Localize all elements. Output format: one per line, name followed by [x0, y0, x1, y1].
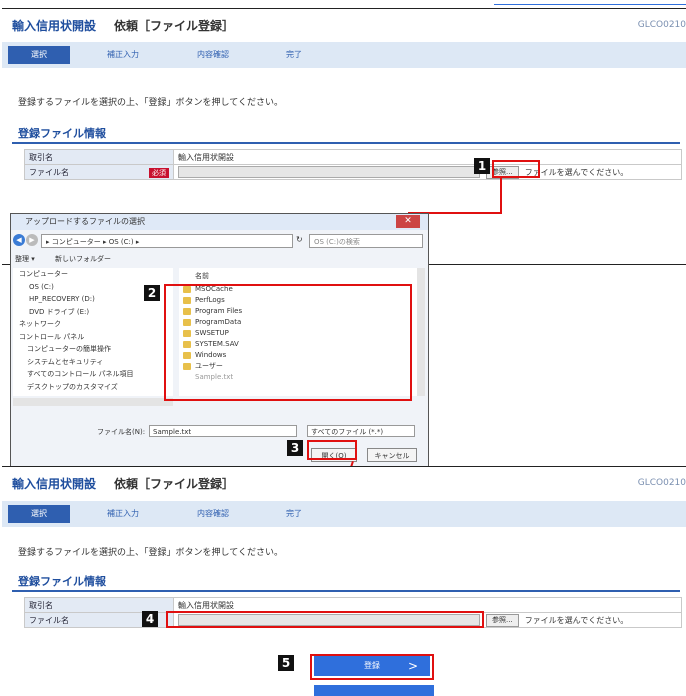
back-icon[interactable]: ◀ — [13, 234, 25, 246]
step-complete: 完了 — [286, 50, 302, 59]
tree-item[interactable]: ネットワーク — [13, 318, 173, 331]
screen-code: GLCO0210 — [637, 20, 686, 30]
tree-item[interactable]: DVD ドライブ (E:) — [13, 306, 173, 319]
horizontal-scrollbar[interactable] — [13, 398, 173, 406]
section-title: 登録ファイル情報 — [18, 575, 106, 588]
step-bar: 選択 補正入力 内容確認 完了 — [2, 42, 686, 68]
file-info-table: 取引名 輸入信用状開設 ファイル名 必須 参照... ファイルを選んでください。 — [24, 149, 682, 180]
close-icon[interactable]: ✕ — [396, 215, 420, 228]
page-subtitle: 依頼［ファイル登録］ — [114, 477, 235, 491]
callout-box-3 — [307, 440, 357, 460]
tree-item[interactable]: コンピューターの簡単操作 — [13, 343, 173, 356]
callout-badge-3: 3 — [287, 440, 303, 456]
filetype-select[interactable]: すべてのファイル (*.*) — [307, 425, 415, 437]
page-subtitle: 依頼［ファイル登録］ — [114, 19, 235, 33]
dialog-title: アップロードするファイルの選択 — [11, 214, 428, 230]
step-bar: 選択 補正入力 内容確認 完了 — [2, 501, 686, 527]
tree-item[interactable]: コントロール パネル — [13, 331, 173, 344]
callout-box-4 — [166, 611, 484, 628]
callout-badge-2: 2 — [144, 285, 160, 301]
callout-box-5 — [310, 654, 434, 680]
page-title: 輸入信用状開設 依頼［ファイル登録］ — [12, 477, 235, 491]
step-complete: 完了 — [286, 509, 302, 518]
table-row: 取引名 輸入信用状開設 — [24, 149, 682, 165]
column-header-name[interactable]: 名前 — [179, 268, 417, 284]
callout-box-2 — [164, 284, 412, 401]
page-title: 輸入信用状開設 依頼［ファイル登録］ — [12, 19, 235, 33]
file-cell: 参照... ファイルを選んでください。 — [173, 164, 682, 180]
row-label: ファイル名 必須 — [24, 164, 174, 180]
instruction-text: 登録するファイルを選択の上、「登録」ボタンを押してください。 — [18, 98, 283, 108]
browse-button[interactable]: 参照... — [486, 613, 519, 627]
new-folder-button[interactable]: 新しいフォルダー — [55, 254, 111, 264]
instruction-text: 登録するファイルを選択の上、「登録」ボタンを押してください。 — [18, 548, 283, 558]
step-confirm: 内容確認 — [197, 509, 229, 518]
cancel-button[interactable]: キャンセル — [367, 448, 417, 462]
callout-badge-4: 4 — [142, 611, 158, 627]
file-hint: ファイルを選んでください。 — [524, 167, 629, 177]
step-select: 選択 — [8, 46, 70, 64]
screen-code: GLCO0210 — [637, 478, 686, 488]
row-label: 取引名 — [24, 149, 174, 165]
step-correction: 補正入力 — [107, 509, 139, 518]
tree-item[interactable]: すべてのコントロール パネル項目 — [13, 368, 173, 381]
search-input[interactable]: OS (C:)の検索 — [309, 234, 423, 248]
tree-item[interactable]: デスクトップのカスタマイズ — [13, 381, 173, 394]
top-corner-tab — [494, 0, 686, 5]
callout-box-1 — [492, 160, 540, 178]
callout-badge-5: 5 — [278, 655, 294, 671]
table-row: ファイル名 必須 参照... ファイルを選んでください。 — [24, 164, 682, 180]
refresh-icon[interactable]: ↻ — [296, 235, 303, 244]
required-badge: 必須 — [149, 167, 169, 178]
tree-item[interactable]: コンピューター — [13, 268, 173, 281]
section-divider — [12, 590, 680, 592]
section-title: 登録ファイル情報 — [18, 127, 106, 140]
address-bar[interactable]: ▸ コンピューター ▸ OS (C:) ▸ — [41, 234, 293, 248]
organize-menu[interactable]: 整理 ▾ — [15, 254, 35, 264]
filename-input[interactable]: Sample.txt — [149, 425, 297, 437]
step-confirm: 内容確認 — [197, 50, 229, 59]
step-select: 選択 — [8, 505, 70, 523]
vertical-scrollbar[interactable] — [417, 268, 425, 396]
callout-badge-1: 1 — [474, 158, 490, 174]
step-correction: 補正入力 — [107, 50, 139, 59]
row-value: 輸入信用状開設 — [173, 149, 682, 165]
forward-icon[interactable]: ▶ — [26, 234, 38, 246]
connector-line — [500, 178, 502, 214]
file-path-field[interactable] — [178, 166, 480, 178]
section-divider — [12, 142, 680, 144]
filename-label: ファイル名(N): — [97, 428, 146, 436]
file-hint: ファイルを選んでください。 — [524, 615, 629, 625]
register-button[interactable] — [314, 685, 434, 696]
tree-item[interactable]: システムとセキュリティ — [13, 356, 173, 369]
